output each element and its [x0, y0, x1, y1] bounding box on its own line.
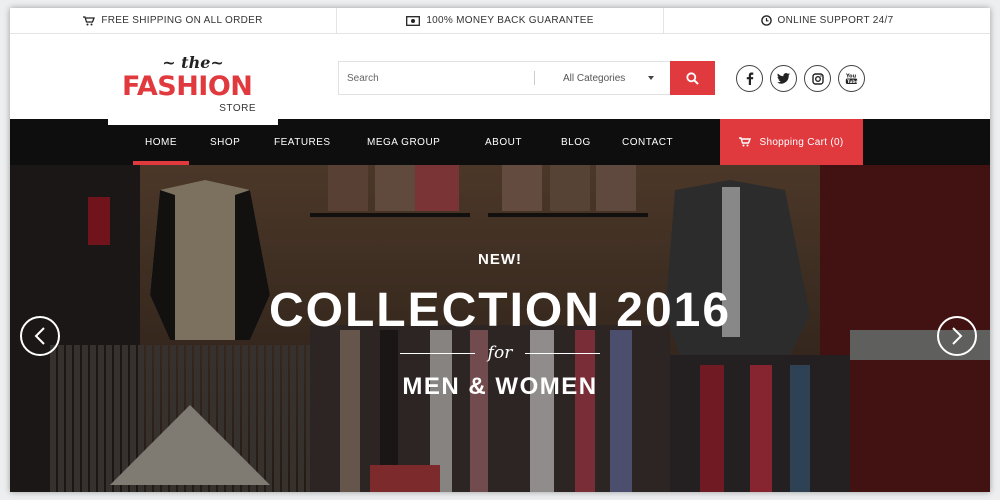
support-text: ONLINE SUPPORT 24/7 — [777, 15, 894, 26]
nav-shop[interactable]: SHOP — [210, 119, 240, 165]
nav-contact[interactable]: CONTACT — [622, 119, 673, 165]
hero-headline: COLLECTION 2016 — [268, 284, 732, 337]
logo-store: STORE — [219, 103, 256, 114]
social-links: You Tube — [736, 65, 872, 92]
cart-icon — [83, 15, 96, 25]
facebook-icon[interactable] — [736, 65, 763, 92]
guarantee-info: 100% MONEY BACK GUARANTEE — [337, 8, 664, 33]
browser-frame: FREE SHIPPING ON ALL ORDER 100% MONEY BA… — [10, 8, 990, 492]
chevron-left-icon — [34, 327, 45, 345]
category-label: All Categories — [563, 72, 626, 84]
search-input[interactable] — [339, 62, 534, 94]
twitter-icon[interactable] — [770, 65, 797, 92]
instagram-icon[interactable] — [804, 65, 831, 92]
hero-slider: NEW! COLLECTION 2016 for MEN & WOMEN — [10, 165, 990, 492]
svg-text:Tube: Tube — [847, 79, 858, 84]
nav-mega-group[interactable]: MEGA GROUP — [367, 119, 440, 165]
logo-fashion: FASHION — [122, 71, 253, 102]
nav-home[interactable]: HOME — [133, 119, 189, 165]
search-button[interactable] — [670, 61, 715, 95]
youtube-icon[interactable]: You Tube — [838, 65, 865, 92]
nav-features[interactable]: FEATURES — [274, 119, 331, 165]
hero-for-line: for — [400, 343, 600, 363]
shopping-cart-button[interactable]: Shopping Cart (0) — [720, 119, 863, 165]
slider-prev-button[interactable] — [20, 316, 60, 356]
hero-kicker: NEW! — [478, 251, 522, 268]
nav-blog[interactable]: BLOG — [561, 119, 591, 165]
chevron-right-icon — [952, 327, 963, 345]
cart-icon — [739, 137, 752, 147]
guarantee-text: 100% MONEY BACK GUARANTEE — [426, 15, 594, 26]
clock-icon — [760, 15, 772, 26]
hero-subheadline: MEN & WOMEN — [402, 373, 598, 400]
divider-line-right — [525, 353, 600, 354]
cart-label: Shopping Cart (0) — [759, 136, 844, 148]
site-header: ~ the~ FASHION STORE All Categories — [10, 35, 990, 125]
search-bar: All Categories — [338, 61, 715, 95]
main-nav: HOME SHOP FEATURES MEGA GROUP ABOUT BLOG… — [10, 119, 990, 165]
support-info: ONLINE SUPPORT 24/7 — [664, 8, 990, 33]
top-info-bar: FREE SHIPPING ON ALL ORDER 100% MONEY BA… — [10, 8, 990, 34]
shipping-text: FREE SHIPPING ON ALL ORDER — [101, 15, 263, 26]
nav-about[interactable]: ABOUT — [485, 119, 522, 165]
logo-the: ~ the~ — [162, 53, 224, 72]
money-icon — [406, 15, 421, 26]
store-logo[interactable]: ~ the~ FASHION STORE — [108, 35, 278, 125]
slider-next-button[interactable] — [937, 316, 977, 356]
shipping-info: FREE SHIPPING ON ALL ORDER — [10, 8, 337, 33]
search-icon — [686, 71, 699, 85]
caret-down-icon — [648, 76, 654, 80]
category-select[interactable]: All Categories — [535, 62, 670, 94]
